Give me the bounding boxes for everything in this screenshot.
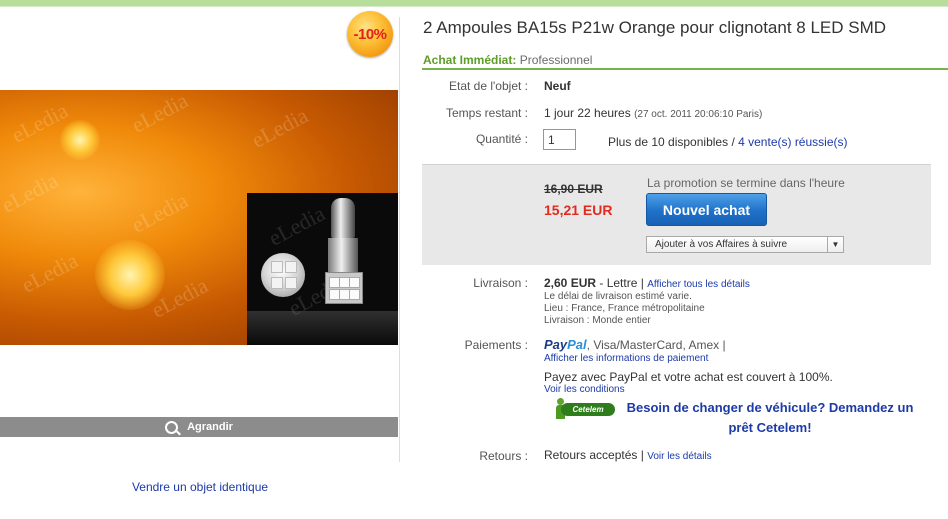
cetelem-offer-line1: Besoin de changer de véhicule? Demandez …: [626, 400, 914, 415]
watermark: eLedia: [127, 187, 192, 238]
dropdown-arrow-icon[interactable]: ▼: [827, 237, 843, 252]
buy-format-label: Achat Immédiat:: [423, 53, 517, 67]
condition-value: Neuf: [544, 79, 571, 93]
bulb-inset-image: eLedia eLedia: [247, 193, 398, 345]
paypal-logo: PayPal: [544, 337, 587, 352]
watch-list-label: Ajouter à vos Affaires à suivre: [655, 239, 788, 250]
time-left-label: Temps restant :: [445, 106, 528, 120]
seller-type: Professionnel: [519, 53, 593, 67]
available-count: Plus de 10 disponibles: [608, 135, 729, 149]
paypal-logo-part1: Pay: [544, 337, 568, 352]
promo-note: La promotion se termine dans l'heure: [647, 176, 845, 190]
discounted-price: 15,21 EUR: [544, 202, 613, 218]
watermark: eLedia: [0, 167, 62, 218]
led-bulb-front: [261, 253, 305, 297]
discount-badge-label: -10%: [353, 25, 387, 43]
shipping-price: 2,60 EUR: [544, 276, 597, 290]
led-bulb-side: [325, 198, 363, 308]
shipping-label: Livraison :: [473, 276, 528, 290]
paypal-logo-part2: Pal: [567, 337, 587, 352]
magnifier-icon: [165, 420, 179, 434]
time-left-duration: 1 jour 22 heures: [544, 106, 631, 120]
sold-count-link[interactable]: 4 vente(s) réussie(s): [738, 135, 847, 149]
watermark: eLedia: [247, 102, 312, 153]
buy-format-bar: Achat Immédiat: Professionnel: [423, 53, 592, 67]
payments-label: Paiements :: [464, 338, 528, 352]
returns-details-link[interactable]: Voir les détails: [647, 451, 711, 462]
conditions-link[interactable]: Voir les conditions: [544, 384, 625, 395]
cetelem-logo[interactable]: Cetelem: [553, 398, 615, 420]
sell-similar-link[interactable]: Vendre un objet identique: [0, 480, 400, 494]
availability: Plus de 10 disponibles / 4 vente(s) réus…: [608, 135, 848, 149]
ships-to: Livraison : Monde entier: [544, 315, 651, 326]
returns-value: Retours acceptés: [544, 448, 638, 462]
enlarge-label: Agrandir: [187, 421, 233, 433]
shipping-delay: Le délai de livraison estimé varie.: [544, 291, 692, 302]
original-price: 16,90 EUR: [544, 182, 603, 196]
availability-separator: /: [731, 135, 735, 149]
cetelem-logo-text: Cetelem: [561, 403, 615, 416]
enlarge-button[interactable]: Agrandir: [0, 417, 398, 437]
shipping-method: - Lettre: [599, 276, 638, 290]
discount-badge: -10%: [347, 11, 393, 57]
product-image[interactable]: eLedia eLedia eLedia eLedia eLedia eLedi…: [0, 90, 398, 345]
cetelem-offer-link[interactable]: Besoin de changer de véhicule? Demandez …: [620, 398, 920, 438]
cetelem-offer-line2: prêt Cetelem!: [728, 420, 812, 435]
payment-methods-list: , Visa/MasterCard, Amex |: [586, 338, 726, 352]
title-underline: [422, 68, 948, 70]
shipping-details-link[interactable]: Afficher tous les détails: [647, 279, 750, 290]
payment-info-link[interactable]: Afficher les informations de paiement: [544, 353, 708, 364]
paypal-coverage: Payez avec PayPal et votre achat est cou…: [544, 370, 833, 384]
condition-label: Etat de l'objet :: [448, 79, 528, 93]
image-column: -10% eLedia eLedia eLedia eLedia eLedia …: [0, 7, 400, 519]
watermark: eLedia: [127, 90, 192, 138]
shipping-row: 2,60 EUR - Lettre | Afficher tous les dé…: [544, 276, 750, 290]
end-date: (27 oct. 2011 20:06:10 Paris): [634, 109, 763, 120]
returns-label: Retours :: [479, 449, 528, 463]
buy-now-button[interactable]: Nouvel achat: [646, 193, 767, 226]
watermark: eLedia: [17, 247, 82, 298]
watermark: eLedia: [264, 200, 329, 251]
bulb-reflection: [247, 311, 398, 345]
led-glow: [60, 120, 100, 160]
quantity-label: Quantité :: [475, 132, 528, 146]
shipping-separator: |: [640, 276, 644, 290]
returns-row: Retours acceptés | Voir les détails: [544, 448, 712, 462]
quantity-input[interactable]: [543, 129, 576, 150]
time-left-value: 1 jour 22 heures (27 oct. 2011 20:06:10 …: [544, 106, 762, 120]
returns-separator: |: [640, 448, 644, 462]
watch-list-dropdown[interactable]: Ajouter à vos Affaires à suivre ▼: [646, 236, 844, 253]
item-title: 2 Ampoules BA15s P21w Orange pour cligno…: [423, 18, 887, 37]
item-location: Lieu : France, France métropolitaine: [544, 303, 705, 314]
payment-methods: PayPal, Visa/MasterCard, Amex |: [544, 337, 726, 352]
